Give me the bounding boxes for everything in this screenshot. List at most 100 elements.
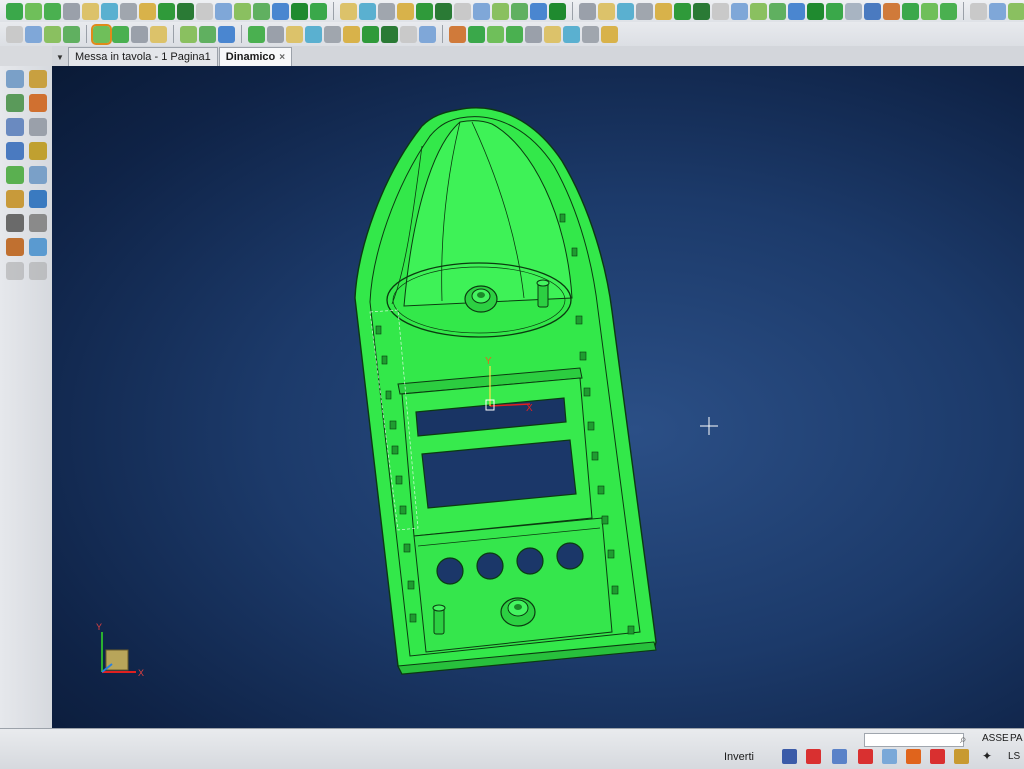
toolbar-tool-icon[interactable]	[6, 25, 23, 43]
tab-list-menu-button[interactable]: ▼	[52, 48, 68, 66]
palette-tool-icon[interactable]	[6, 238, 24, 256]
toolbar-tool-icon[interactable]	[601, 25, 618, 43]
toolbar-tool-icon[interactable]	[310, 2, 327, 20]
palette-tool-icon[interactable]	[29, 166, 47, 184]
toolbar-tool-icon[interactable]	[970, 2, 987, 20]
toolbar-tool-icon[interactable]	[989, 2, 1006, 20]
toolbar-tool-icon[interactable]	[150, 25, 167, 43]
toolbar-tool-icon[interactable]	[788, 2, 805, 20]
toolbar-tool-icon[interactable]	[199, 25, 216, 43]
3d-viewport[interactable]: X Y Y X	[52, 66, 1024, 728]
forward-arrow-icon[interactable]	[29, 262, 47, 280]
toolbar-tool-icon[interactable]	[112, 25, 129, 43]
toolbar-tool-icon[interactable]	[378, 2, 395, 20]
palette-tool-icon[interactable]	[6, 214, 24, 232]
toolbar-tool-icon[interactable]	[131, 25, 148, 43]
command-search-input[interactable]	[864, 733, 964, 747]
toolbar-tool-icon[interactable]	[340, 2, 357, 20]
palette-tool-icon[interactable]	[29, 118, 47, 136]
toolbar-tool-icon[interactable]	[362, 25, 379, 43]
toolbar-tool-icon[interactable]	[324, 25, 341, 43]
back-arrow-icon[interactable]	[6, 262, 24, 280]
toolbar-tool-icon[interactable]	[845, 2, 862, 20]
toolbar-tool-icon[interactable]	[563, 25, 580, 43]
toolbar-tool-icon[interactable]	[267, 25, 284, 43]
toolbar-tool-icon[interactable]	[234, 2, 251, 20]
plus-icon[interactable]: ✦	[982, 749, 997, 764]
toolbar-tool-icon[interactable]	[101, 2, 118, 20]
toolbar-tool-icon[interactable]	[44, 2, 61, 20]
bow-center-boss[interactable]	[464, 285, 498, 313]
layer-icon[interactable]	[906, 749, 921, 764]
toolbar-tool-icon[interactable]	[215, 2, 232, 20]
snap-off-icon[interactable]	[806, 749, 821, 764]
close-icon[interactable]: ×	[279, 52, 285, 63]
toolbar-tool-icon[interactable]	[769, 2, 786, 20]
toolbar-tool-icon[interactable]	[381, 25, 398, 43]
toolbar-tool-icon[interactable]	[44, 25, 61, 43]
asse-status-label[interactable]: ASSE	[982, 733, 1009, 744]
toolbar-tool-icon[interactable]	[196, 2, 213, 20]
toolbar-tool-icon[interactable]	[63, 2, 80, 20]
polar-off-icon[interactable]	[858, 749, 873, 764]
toolbar-tool-icon[interactable]	[25, 2, 42, 20]
aft-center-boss[interactable]	[500, 597, 536, 627]
ortho-icon[interactable]	[832, 749, 847, 764]
toolbar-tool-icon[interactable]	[253, 2, 270, 20]
toolbar-tool-icon[interactable]	[177, 2, 194, 20]
palette-tool-icon[interactable]	[6, 142, 24, 160]
palette-tool-icon[interactable]	[29, 70, 47, 88]
inverti-button[interactable]: Inverti	[724, 751, 754, 763]
toolbar-tool-icon[interactable]	[511, 2, 528, 20]
toolbar-tool-icon[interactable]	[400, 25, 417, 43]
toolbar-tool-icon[interactable]	[731, 2, 748, 20]
toolbar-tool-icon[interactable]	[1008, 2, 1024, 20]
toolbar-tool-icon[interactable]	[826, 2, 843, 20]
palette-tool-icon[interactable]	[29, 142, 47, 160]
toolbar-tool-icon[interactable]	[6, 2, 23, 20]
ls-status-label[interactable]: LS	[1008, 751, 1020, 762]
toolbar-tool-icon[interactable]	[598, 2, 615, 20]
palette-tool-icon[interactable]	[6, 190, 24, 208]
toolbar-tool-icon[interactable]	[305, 25, 322, 43]
search-icon[interactable]: ⌕	[960, 732, 967, 747]
toolbar-tool-icon[interactable]	[655, 2, 672, 20]
toolbar-tool-icon[interactable]	[139, 2, 156, 20]
palette-tool-icon[interactable]	[29, 94, 47, 112]
toolbar-tool-icon[interactable]	[248, 25, 265, 43]
toolbar-tool-icon[interactable]	[449, 25, 466, 43]
track-icon[interactable]	[930, 749, 945, 764]
toolbar-tool-icon[interactable]	[582, 25, 599, 43]
palette-tool-icon[interactable]	[29, 214, 47, 232]
toolbar-tool-icon[interactable]	[883, 2, 900, 20]
toolbar-tool-icon[interactable]	[454, 2, 471, 20]
toolbar-tool-icon[interactable]	[419, 25, 436, 43]
tab-messa-in-tavola[interactable]: Messa in tavola - 1 Pagina1	[68, 47, 218, 66]
toolbar-tool-icon[interactable]	[272, 2, 289, 20]
grid-snap-icon[interactable]	[782, 749, 797, 764]
palette-tool-icon[interactable]	[29, 190, 47, 208]
toolbar-tool-icon[interactable]	[359, 2, 376, 20]
palette-tool-icon[interactable]	[29, 238, 47, 256]
toolbar-tool-icon[interactable]	[343, 25, 360, 43]
toolbar-tool-icon[interactable]	[63, 25, 80, 43]
bow-side-post[interactable]	[536, 279, 550, 308]
toolbar-tool-icon[interactable]	[693, 2, 710, 20]
toolbar-tool-icon[interactable]	[506, 25, 523, 43]
toolbar-tool-icon[interactable]	[712, 2, 729, 20]
palette-tool-icon[interactable]	[6, 94, 24, 112]
tab-dinamico[interactable]: Dinamico ×	[218, 47, 293, 66]
dynamic-input-icon[interactable]	[954, 749, 969, 764]
toolbar-tool-icon[interactable]	[636, 2, 653, 20]
view-orientation-triad[interactable]: Y X	[96, 622, 144, 678]
osnap-icon[interactable]	[882, 749, 897, 764]
toolbar-tool-icon[interactable]	[940, 2, 957, 20]
toolbar-tool-icon[interactable]	[120, 2, 137, 20]
palette-tool-icon[interactable]	[6, 70, 24, 88]
toolbar-tool-icon[interactable]	[750, 2, 767, 20]
toolbar-tool-icon[interactable]	[579, 2, 596, 20]
toolbar-tool-icon[interactable]	[530, 2, 547, 20]
toolbar-tool-icon[interactable]	[525, 25, 542, 43]
toolbar-tool-icon[interactable]	[473, 2, 490, 20]
toolbar-tool-icon[interactable]	[158, 2, 175, 20]
